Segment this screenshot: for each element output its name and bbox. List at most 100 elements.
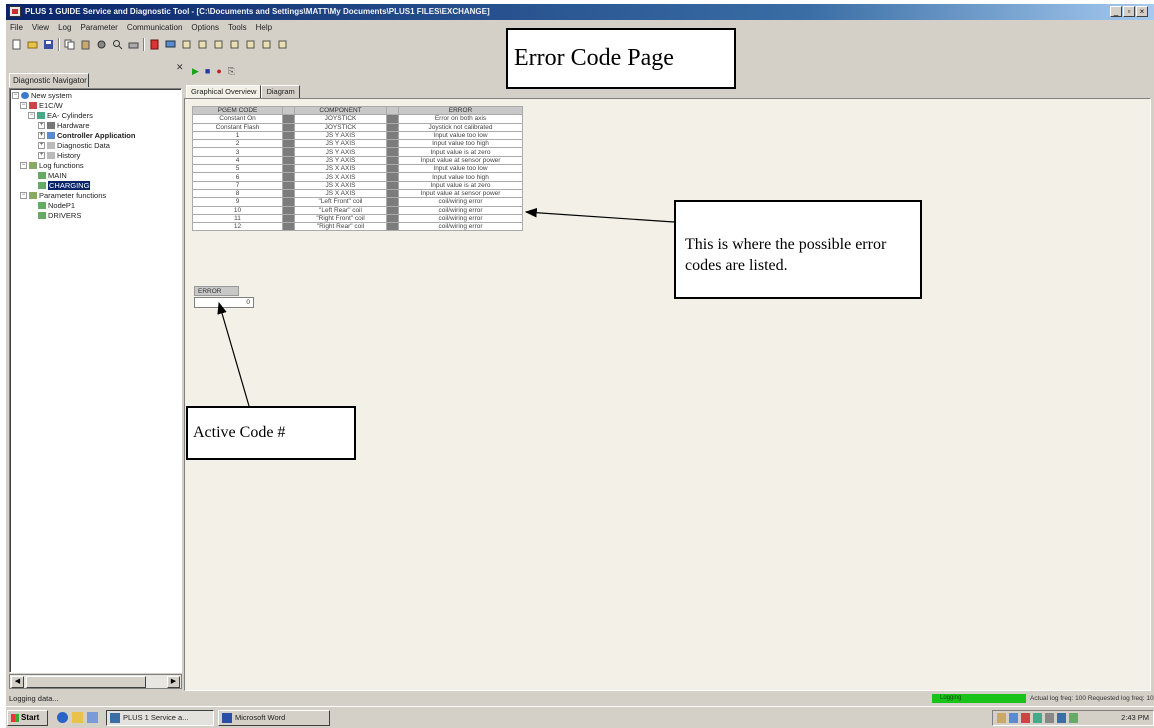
collapse-icon[interactable]: −	[12, 92, 19, 99]
tree-item-log-main[interactable]: MAIN	[38, 171, 67, 180]
tray-app-icon[interactable]	[1069, 713, 1078, 723]
tree-item-log-charging[interactable]: CHARGING	[38, 181, 91, 190]
run-icon[interactable]: ▶	[192, 66, 199, 76]
expand-icon[interactable]: +	[38, 152, 45, 159]
start-button[interactable]: Start	[7, 710, 48, 726]
logging-indicator: Logging	[932, 694, 1026, 703]
tree-item-history[interactable]: + History	[38, 151, 80, 160]
title-bar[interactable]: PLUS 1 GUIDE Service and Diagnostic Tool…	[6, 4, 1154, 20]
param-item-icon	[38, 212, 46, 219]
new-icon[interactable]	[10, 38, 23, 51]
tray-app-icon[interactable]	[997, 713, 1006, 723]
scroll-left-icon[interactable]: ◀	[11, 676, 24, 688]
diagnostic-navigator-tree: − New system − E1C/W − EA- Cylinders + H…	[9, 88, 182, 673]
parameter-icon[interactable]	[212, 38, 225, 51]
active-code-callout: Active Code #	[186, 406, 356, 460]
menu-parameter[interactable]: Parameter	[80, 21, 117, 34]
tree-item-parameter-functions[interactable]: − Parameter functions	[20, 191, 106, 200]
toolbar-separator	[58, 37, 60, 51]
parameter-icon[interactable]	[196, 38, 209, 51]
table-row: 2 JS Y AXIS Input value too high	[192, 139, 523, 149]
tree-item-param-nodep1[interactable]: NodeP1	[38, 201, 75, 210]
menu-options[interactable]: Options	[191, 21, 219, 34]
word-app-icon	[222, 713, 232, 723]
tray-app-icon[interactable]	[1057, 713, 1066, 723]
open-folder-icon[interactable]	[26, 38, 39, 51]
record-icon[interactable]: ●	[216, 66, 221, 76]
menu-log[interactable]: Log	[58, 21, 71, 34]
column-spacer	[386, 122, 399, 132]
tab-graphical-overview[interactable]: Graphical Overview	[186, 85, 262, 99]
parameter-icon[interactable]	[228, 38, 241, 51]
active-error-label: ERROR	[194, 286, 239, 296]
menu-view[interactable]: View	[32, 21, 49, 34]
collapse-icon[interactable]: −	[20, 192, 27, 199]
taskbar-word-button[interactable]: Microsoft Word	[218, 710, 330, 726]
column-spacer	[386, 105, 399, 116]
controller-icon	[29, 102, 37, 109]
error-cell: Joystick not calibrated	[398, 122, 523, 132]
menu-tools[interactable]: Tools	[228, 21, 247, 34]
expand-icon[interactable]: +	[38, 122, 45, 129]
minimize-button[interactable]: _	[1110, 6, 1122, 17]
content-tabs: Graphical Overview Diagram	[186, 85, 300, 99]
expand-icon[interactable]: +	[38, 142, 45, 149]
internet-explorer-icon[interactable]	[57, 712, 68, 723]
restore-button[interactable]: ▫	[1123, 6, 1135, 17]
tree-item-param-drivers[interactable]: DRIVERS	[38, 211, 81, 220]
paste-icon[interactable]	[79, 38, 92, 51]
component-cell: "Right Rear" coil	[294, 222, 387, 232]
menu-help[interactable]: Help	[256, 21, 272, 34]
navigator-hscrollbar[interactable]: ◀ ▶	[9, 674, 182, 689]
stop-icon[interactable]: ■	[205, 66, 210, 76]
tree-item-cylinders[interactable]: − EA- Cylinders	[28, 111, 93, 120]
scroll-thumb[interactable]	[26, 676, 146, 688]
error-cell: Error on both axis	[398, 114, 523, 124]
folder-icon[interactable]	[72, 712, 83, 723]
volume-icon[interactable]	[1045, 713, 1054, 723]
tree-item-log-functions[interactable]: − Log functions	[20, 161, 84, 170]
error-cell: Input value too low	[398, 130, 523, 141]
update-icon[interactable]	[1033, 713, 1042, 723]
param-icon	[29, 192, 37, 199]
connect-icon[interactable]	[148, 38, 161, 51]
table-row: 4 JS Y AXIS Input value at sensor power	[192, 155, 523, 166]
print-icon[interactable]	[127, 38, 140, 51]
taskbar-plus1-button[interactable]: PLUS 1 Service a...	[106, 710, 214, 726]
desktop-icon[interactable]	[87, 712, 98, 723]
tab-diagnostic-navigator[interactable]: Diagnostic Navigator	[9, 73, 89, 87]
copy-icon[interactable]	[63, 38, 76, 51]
expand-icon[interactable]: +	[38, 132, 45, 139]
column-spacer	[386, 147, 399, 157]
collapse-icon[interactable]: −	[28, 112, 35, 119]
parameter-icon[interactable]	[180, 38, 193, 51]
settings-icon[interactable]	[95, 38, 108, 51]
find-icon[interactable]	[111, 38, 124, 51]
tree-item-diagnostic-data[interactable]: + Diagnostic Data	[38, 141, 110, 150]
close-button[interactable]: ×	[1136, 6, 1148, 17]
tree-item-controller[interactable]: − E1C/W	[20, 101, 63, 110]
app-icon	[9, 6, 21, 17]
menu-communication[interactable]: Communication	[127, 21, 183, 34]
parameter-icon[interactable]	[276, 38, 289, 51]
collapse-icon[interactable]: −	[20, 102, 27, 109]
monitor-icon[interactable]	[164, 38, 177, 51]
security-icon[interactable]	[1021, 713, 1030, 723]
menu-file[interactable]: File	[10, 21, 23, 34]
save-icon[interactable]	[42, 38, 55, 51]
error-codes-listed-callout: This is where the possible error codes a…	[674, 200, 922, 299]
tree-item-controller-application[interactable]: + Controller Application	[38, 131, 135, 140]
tab-diagram[interactable]: Diagram	[261, 85, 300, 98]
parameter-icon[interactable]	[260, 38, 273, 51]
column-spacer	[282, 155, 295, 166]
tree-item-new-system[interactable]: − New system	[12, 91, 72, 100]
scroll-right-icon[interactable]: ▶	[167, 676, 180, 688]
column-spacer	[282, 213, 295, 224]
network-icon[interactable]	[1009, 713, 1018, 723]
parameter-icon[interactable]	[244, 38, 257, 51]
page-icon[interactable]: ⎘	[228, 66, 235, 76]
collapse-icon[interactable]: −	[20, 162, 27, 169]
column-spacer	[282, 147, 295, 157]
tree-item-hardware[interactable]: + Hardware	[38, 121, 90, 130]
close-pane-icon[interactable]: ✕	[176, 62, 184, 73]
